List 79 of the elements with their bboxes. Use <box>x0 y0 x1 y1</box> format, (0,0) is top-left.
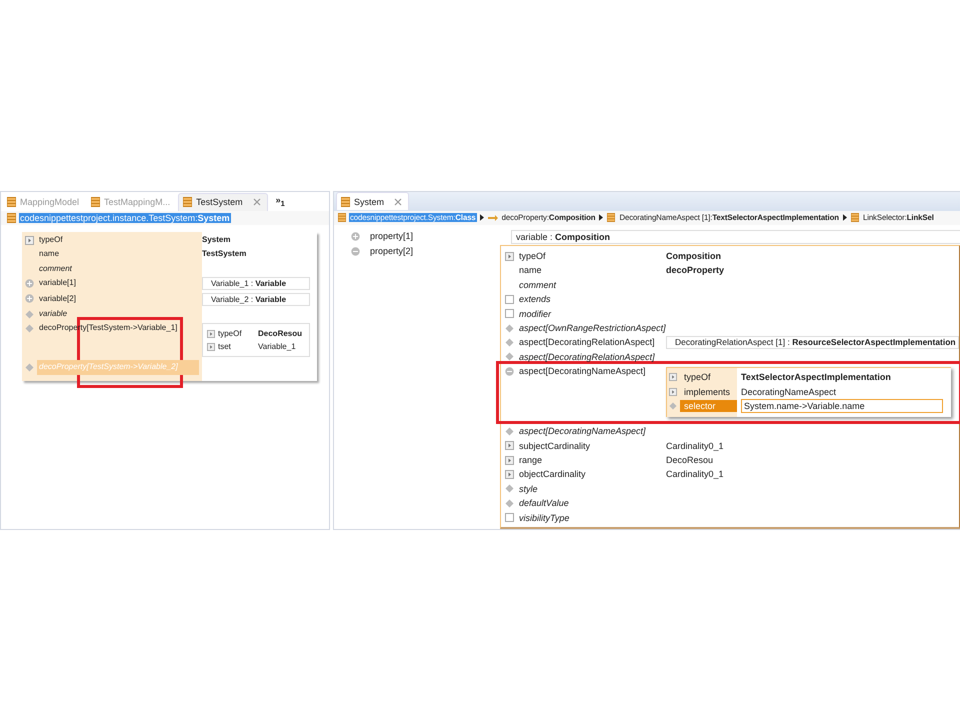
tab-overflow-button[interactable]: »$_{1}$ <box>276 195 285 208</box>
property-label[interactable]: objectCardinality <box>517 469 588 480</box>
arrow-icon <box>488 214 498 221</box>
property-label[interactable]: typeOf <box>517 250 548 261</box>
property-value: DecoratingNameAspect <box>741 386 836 397</box>
expand-icon[interactable] <box>505 456 514 465</box>
property-label[interactable]: range <box>517 454 544 465</box>
property-label[interactable]: comment <box>37 264 74 273</box>
list-icon <box>7 213 16 223</box>
close-icon[interactable] <box>252 198 261 206</box>
property-label[interactable]: implements <box>680 386 737 398</box>
property-label[interactable]: tset <box>218 340 258 354</box>
property-label[interactable]: extends <box>517 294 553 304</box>
property-label[interactable]: visibilityType <box>517 512 572 523</box>
square-icon[interactable] <box>505 294 514 304</box>
property-value: TextSelectorAspectImplementation <box>741 372 891 382</box>
chevron-icon <box>599 214 604 222</box>
expand-icon[interactable] <box>669 388 677 396</box>
selector-input-field[interactable]: System.name->Variable.name <box>741 399 943 414</box>
list-icon <box>338 213 346 222</box>
property-label[interactable]: variable[2] <box>37 294 78 303</box>
plus-icon[interactable] <box>25 294 34 304</box>
property-label[interactable]: variable <box>37 309 70 318</box>
close-icon[interactable] <box>394 198 402 206</box>
reference-value[interactable]: variable : Composition <box>511 230 960 244</box>
property-label[interactable]: name <box>37 249 62 258</box>
expand-icon[interactable] <box>206 330 214 338</box>
list-icon <box>7 196 16 206</box>
expand-icon[interactable] <box>505 441 514 450</box>
expand-icon[interactable] <box>669 373 677 382</box>
plus-icon[interactable] <box>351 232 360 241</box>
reference-value[interactable]: DecoratingRelationAspect [1] : ResourceSelectorAspectImplementation <box>666 336 959 350</box>
property-label[interactable]: style <box>517 484 540 494</box>
property-label[interactable]: modifier <box>517 308 554 319</box>
property-label[interactable]: aspect[DecoratingNameAspect] <box>517 366 648 376</box>
property-value: decoProperty <box>666 265 724 276</box>
property-label[interactable]: property[2] <box>368 246 416 256</box>
property-value: TestSystem <box>202 249 246 258</box>
property-label[interactable]: typeOf <box>680 371 737 384</box>
expand-icon[interactable] <box>25 236 34 245</box>
property-value: DecoResou <box>258 328 302 340</box>
list-icon <box>91 196 100 206</box>
property-label[interactable]: comment <box>517 280 558 290</box>
list-icon <box>850 213 859 222</box>
editor-tab[interactable]: TestSystem <box>178 192 268 210</box>
reference-value[interactable]: Variable_1 : Variable <box>202 277 310 290</box>
property-value: Variable_1 <box>258 340 296 353</box>
chevron-icon <box>480 214 484 222</box>
property-value: Cardinality0_1 <box>666 440 724 451</box>
editor-tab[interactable]: System <box>336 192 410 210</box>
property-label[interactable]: aspect[DecoratingNameAspect] <box>517 426 648 436</box>
property-label[interactable]: typeOf <box>37 235 65 244</box>
reference-value[interactable]: Variable_2 : Variable <box>202 292 310 306</box>
property-label[interactable]: property[1] <box>368 231 416 242</box>
property-label[interactable]: aspect[OwnRangeRestrictionAspect] <box>517 322 668 333</box>
chevron-icon <box>842 214 847 222</box>
property-label[interactable]: defaultValue <box>517 498 571 508</box>
list-icon <box>607 213 616 222</box>
plus-icon[interactable] <box>25 278 34 288</box>
property-label[interactable]: aspect[DecoratingRelationAspect] <box>517 337 657 348</box>
property-label[interactable]: aspect[DecoratingRelationAspect] <box>517 352 657 362</box>
property-label[interactable]: subjectCardinality <box>517 440 592 451</box>
property-value: Cardinality0_1 <box>666 469 724 480</box>
expand-icon[interactable] <box>206 342 214 351</box>
property-value: Composition <box>666 250 721 261</box>
property-label[interactable]: typeOf <box>218 326 258 342</box>
property-label[interactable]: name <box>517 265 544 276</box>
property-value: DecoResou <box>666 454 714 465</box>
square-icon[interactable] <box>505 309 514 318</box>
square-icon[interactable] <box>505 513 514 522</box>
property-label[interactable]: variable[1] <box>37 278 78 288</box>
expand-icon[interactable] <box>505 252 514 261</box>
minus-icon[interactable] <box>505 366 514 376</box>
expand-icon[interactable] <box>505 470 514 480</box>
list-icon <box>341 196 350 207</box>
property-value: System <box>202 235 230 244</box>
minus-icon[interactable] <box>351 246 360 256</box>
diamond-icon[interactable] <box>505 426 514 436</box>
list-icon <box>183 197 192 207</box>
